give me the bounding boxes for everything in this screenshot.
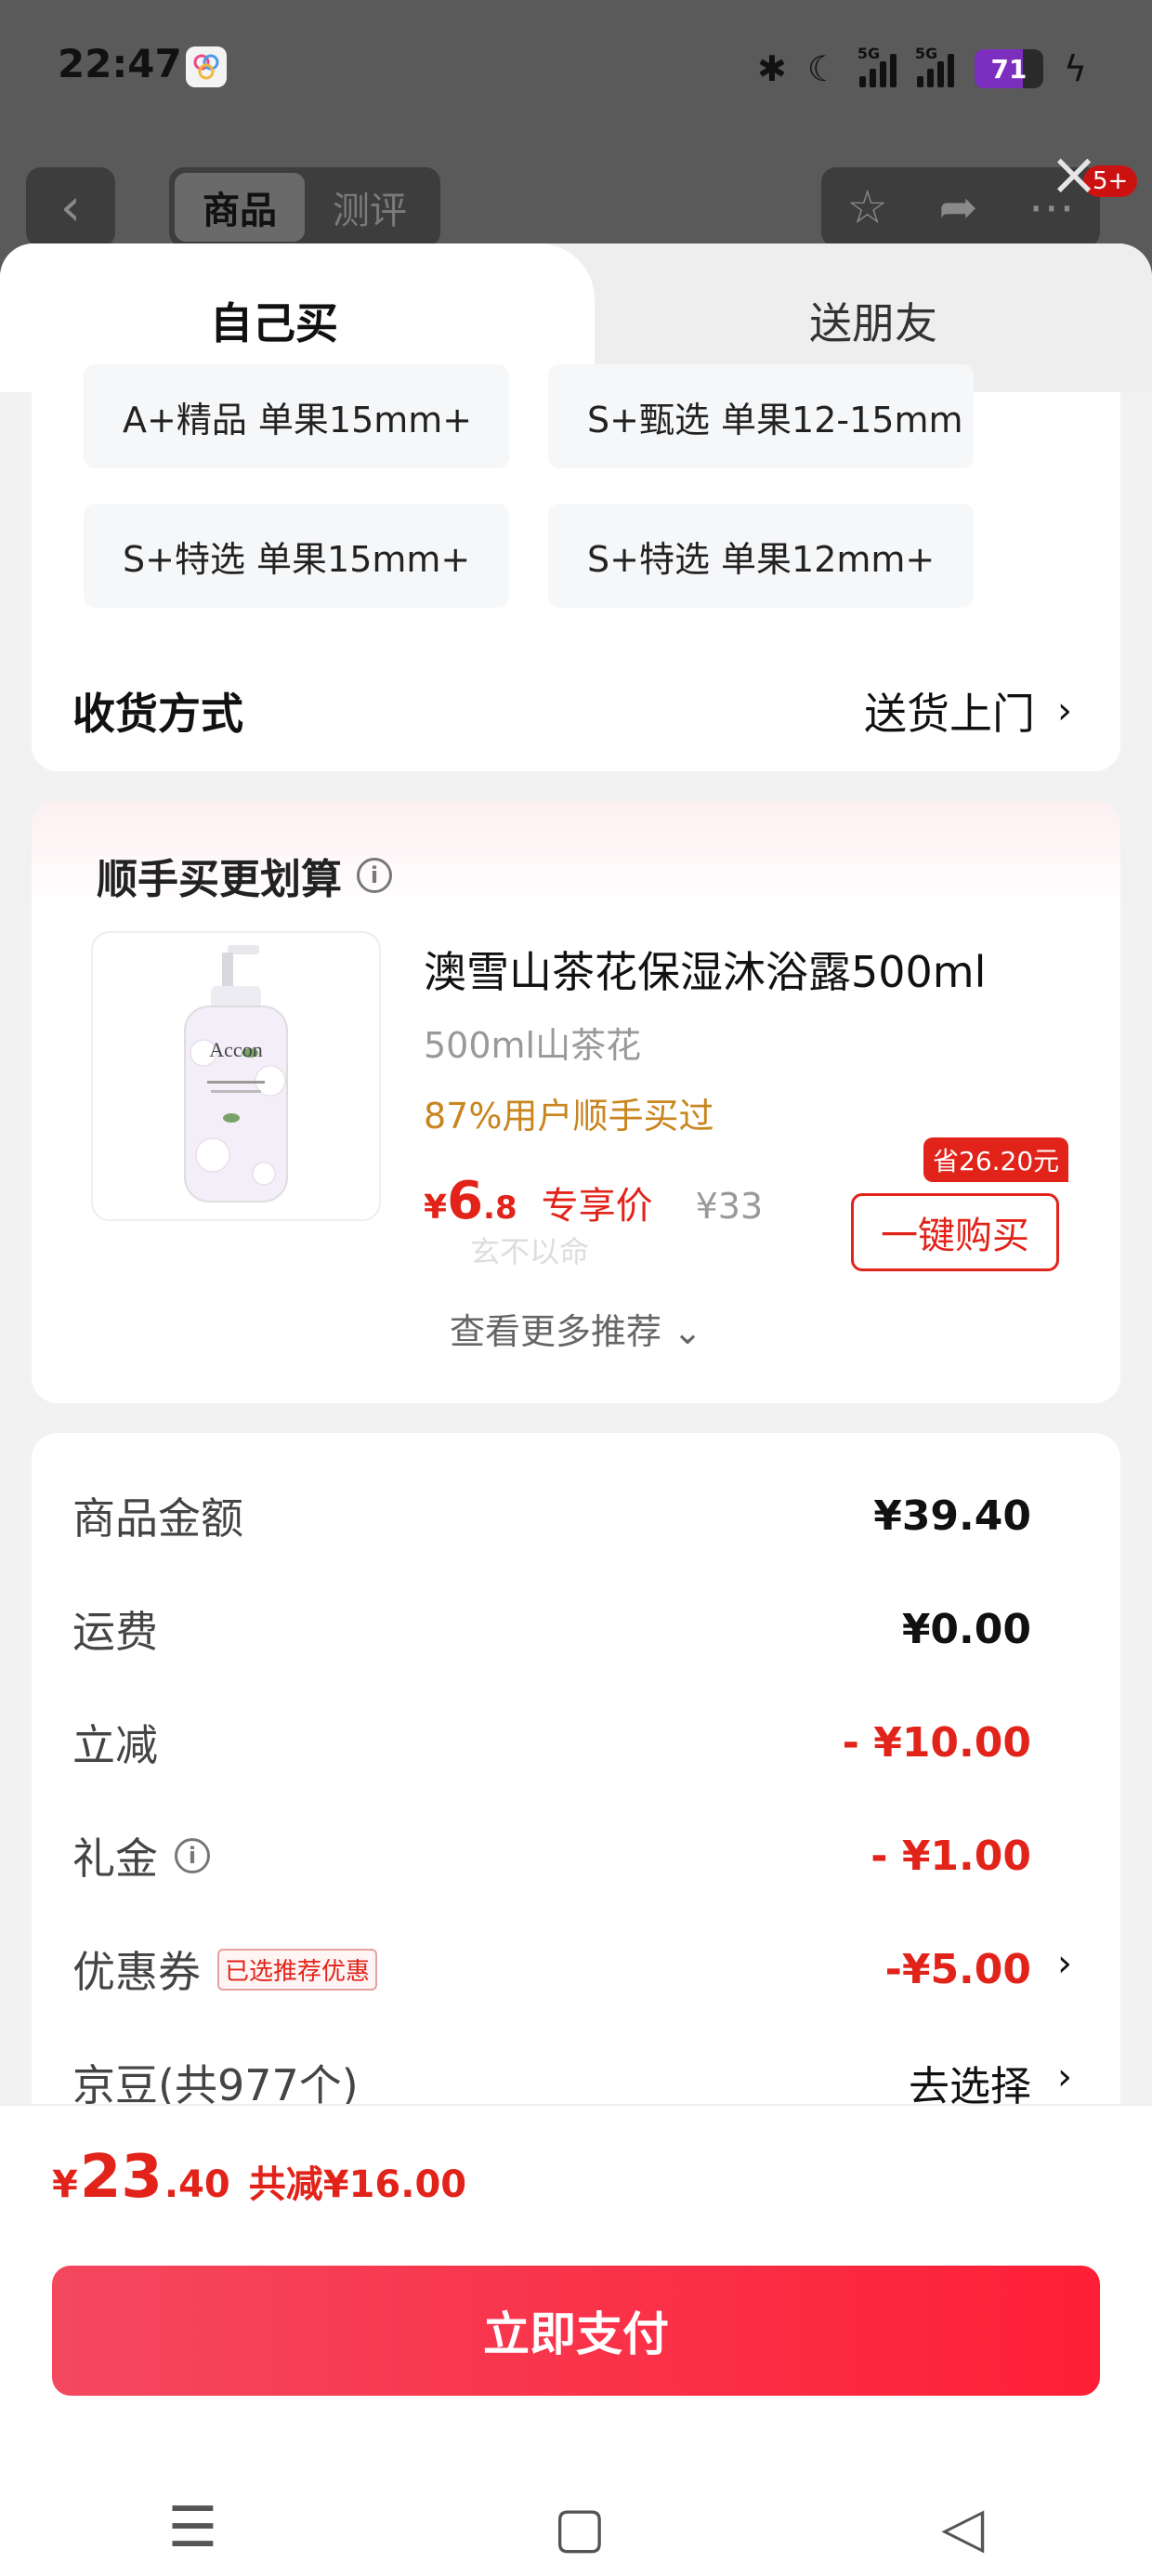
recommendation-title: 顺手买更划算 i bbox=[97, 846, 392, 905]
charging-icon: ϟ bbox=[1063, 48, 1087, 89]
total-price: ¥ 23 .40 共减¥16.00 bbox=[52, 2143, 467, 2212]
chevron-right-icon: › bbox=[1057, 2056, 1072, 2098]
product-image[interactable]: Accon bbox=[91, 931, 381, 1221]
exclusive-price-label: 专享价 bbox=[541, 1185, 653, 1228]
price-row: ¥6.8 专享价 ¥33 bbox=[424, 1171, 763, 1231]
system-nav-bar: ☰ ▢ ◁ bbox=[0, 2477, 1152, 2576]
app-notification-icon bbox=[186, 46, 227, 87]
tab-product[interactable]: 商品 bbox=[175, 173, 305, 242]
page-segment-control: 商品 测评 bbox=[169, 167, 440, 247]
total-reduction: 共减¥16.00 bbox=[248, 2163, 467, 2206]
back-button[interactable]: ‹ bbox=[26, 167, 115, 247]
spec-option[interactable]: S+特选 单果15mm+ bbox=[84, 504, 509, 608]
checkout-footer: ¥ 23 .40 共减¥16.00 立即支付 ☰ ▢ ◁ bbox=[0, 2104, 1152, 2576]
tab-review[interactable]: 测评 bbox=[305, 180, 435, 234]
product-repurchase-stat: 87%用户顺手买过 bbox=[424, 1096, 714, 1137]
moon-icon: ☾ bbox=[806, 48, 839, 89]
recommended-coupon-tag: 已选推荐优惠 bbox=[217, 1948, 378, 1991]
home-icon[interactable]: ▢ bbox=[553, 2495, 606, 2560]
info-icon[interactable]: i bbox=[175, 1838, 210, 1873]
chevron-right-icon: › bbox=[1057, 1942, 1072, 1985]
coupon-value: -¥5.00 bbox=[884, 1945, 1031, 1993]
original-price: ¥33 bbox=[695, 1186, 764, 1227]
bottle-brand: Accon bbox=[209, 1038, 262, 1061]
bluetooth-icon: ✱ bbox=[757, 48, 787, 89]
back-icon[interactable]: ◁ bbox=[941, 2495, 984, 2560]
coupon-label: 优惠券 bbox=[72, 1947, 201, 1997]
spec-card: A+精品 单果15mm+ S+甄选 单果12-15mm S+特选 单果15mm+… bbox=[32, 364, 1120, 771]
instant-discount-label: 立减 bbox=[72, 1720, 158, 1770]
favorite-star-icon[interactable]: ☆ bbox=[846, 180, 888, 234]
more-recommendations-link[interactable]: 查看更多推荐 ⌄ bbox=[32, 1303, 1120, 1354]
tab-send-to-friend[interactable]: 送朋友 bbox=[595, 290, 1152, 351]
product-spec: 500ml山茶花 bbox=[424, 1025, 642, 1066]
status-icons: ✱ ☾ 5G 5G 71 ϟ bbox=[757, 45, 1087, 91]
chevron-right-icon: › bbox=[1057, 690, 1072, 732]
exclusive-price: ¥6.8 bbox=[424, 1171, 517, 1231]
spec-option[interactable]: S+甄选 单果12-15mm bbox=[548, 364, 974, 468]
battery-level: 71 bbox=[990, 53, 1028, 85]
signal-5g-icon: 5G bbox=[857, 45, 897, 87]
instant-discount-value: - ¥10.00 bbox=[842, 1718, 1031, 1767]
goods-amount-label: 商品金额 bbox=[72, 1493, 243, 1544]
one-click-buy-button[interactable]: 一键购买 bbox=[851, 1193, 1059, 1271]
recommendation-card: 顺手买更划算 i Accon 澳雪山茶花保湿沐浴露500ml 500ml山茶花 bbox=[32, 801, 1120, 1403]
recommendation-title-text: 顺手买更划算 bbox=[97, 856, 342, 903]
coupon-label-group: 优惠券 已选推荐优惠 bbox=[72, 1939, 378, 2000]
summary-row-coupon[interactable]: 优惠券 已选推荐优惠 -¥5.00 bbox=[72, 1939, 1031, 2000]
status-bar: 22:47 ✱ ☾ 5G 5G 71 ϟ bbox=[0, 0, 1152, 139]
summary-row-freight: 运费 ¥0.00 bbox=[72, 1598, 1031, 1660]
summary-row-discount: 立减 - ¥10.00 bbox=[72, 1712, 1031, 1773]
pay-now-button[interactable]: 立即支付 bbox=[52, 2266, 1100, 2396]
close-icon[interactable]: × bbox=[1048, 145, 1100, 204]
gift-cash-label: 礼金 bbox=[72, 1833, 158, 1884]
freight-value: ¥0.00 bbox=[901, 1605, 1031, 1653]
gift-label-group: 礼金 i bbox=[72, 1825, 210, 1886]
freight-label: 运费 bbox=[72, 1607, 158, 1657]
product-name[interactable]: 澳雪山茶花保湿沐浴露500ml bbox=[424, 939, 986, 1000]
spec-option[interactable]: S+特选 单果12mm+ bbox=[548, 504, 974, 608]
shipping-method-label: 收货方式 bbox=[72, 689, 243, 739]
menu-icon[interactable]: ☰ bbox=[168, 2495, 218, 2560]
saving-badge: 省26.20元 bbox=[923, 1137, 1069, 1182]
info-icon[interactable]: i bbox=[357, 858, 392, 893]
gift-cash-value: - ¥1.00 bbox=[871, 1832, 1031, 1880]
spec-option[interactable]: A+精品 单果15mm+ bbox=[84, 364, 509, 468]
share-icon[interactable]: ➦ bbox=[938, 180, 977, 234]
body-wash-bottle-image: Accon bbox=[184, 945, 288, 1203]
shipping-method-value: 送货上门 bbox=[864, 689, 1035, 739]
goods-amount-value: ¥39.40 bbox=[873, 1492, 1031, 1540]
watermark-text: 玄不以命 bbox=[470, 1234, 590, 1269]
signal-5g-icon: 5G bbox=[915, 45, 954, 87]
summary-row-goods: 商品金额 ¥39.40 bbox=[72, 1485, 1031, 1546]
summary-row-gift: 礼金 i - ¥1.00 bbox=[72, 1825, 1031, 1886]
shipping-method-selector[interactable]: 送货上门 › bbox=[864, 680, 1072, 742]
product-page-header: ‹ 商品 测评 ☆ ➦ ⋯ bbox=[0, 158, 1152, 251]
status-time: 22:47 bbox=[58, 41, 182, 86]
battery-indicator: 71 bbox=[974, 49, 1043, 88]
tab-buy-for-self[interactable]: 自己买 bbox=[0, 290, 548, 351]
